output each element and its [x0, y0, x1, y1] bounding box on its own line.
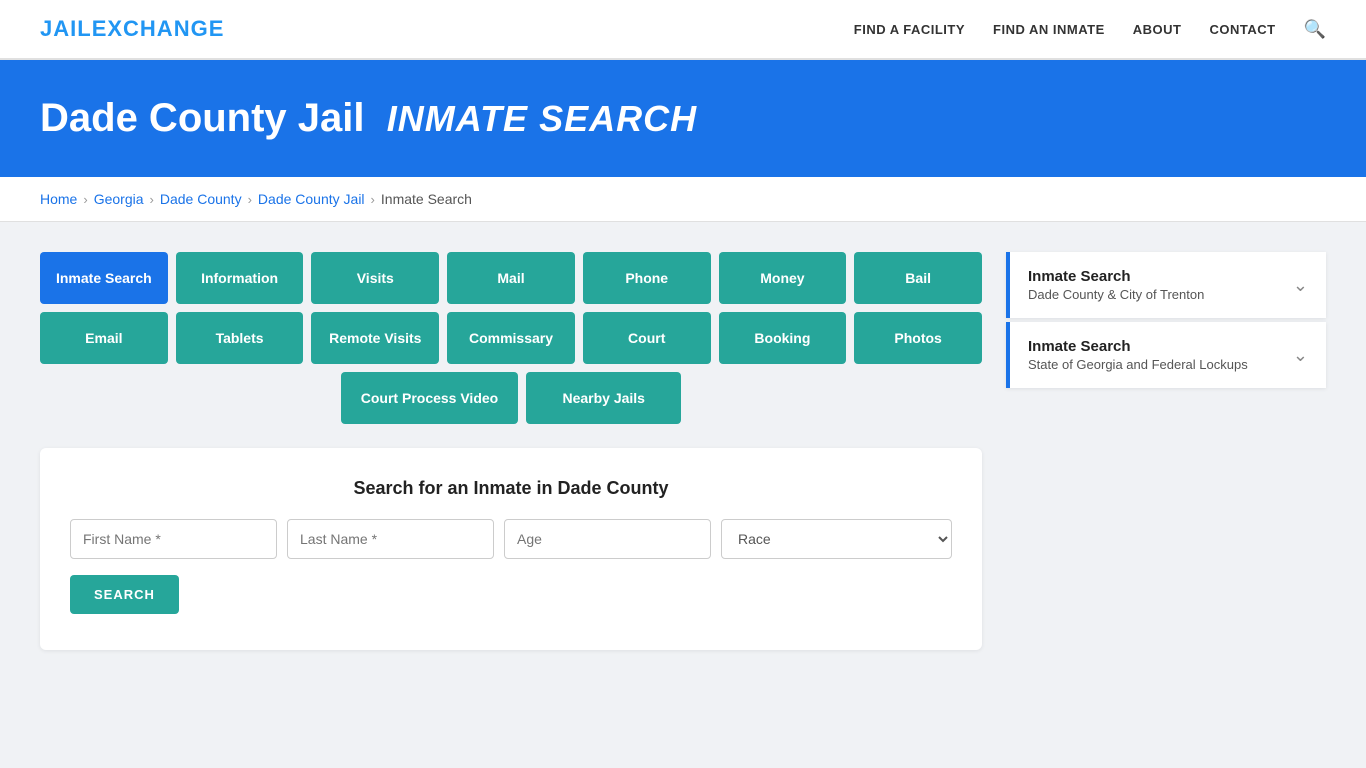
nav-btn-remote-visits[interactable]: Remote Visits	[311, 312, 439, 364]
sidebar-card-1: Inmate Search Dade County & City of Tren…	[1006, 252, 1326, 318]
sidebar-card-2: Inmate Search State of Georgia and Feder…	[1006, 322, 1326, 388]
breadcrumb-sep-3: ›	[248, 192, 252, 207]
breadcrumb-dade-county[interactable]: Dade County	[160, 191, 242, 207]
header: JAILEXCHANGE Find a Facility Find an Inm…	[0, 0, 1366, 60]
logo: JAILEXCHANGE	[40, 16, 224, 42]
breadcrumb-home[interactable]: Home	[40, 191, 77, 207]
breadcrumb-sep-1: ›	[83, 192, 87, 207]
sidebar-card-2-subtitle: State of Georgia and Federal Lockups	[1028, 357, 1248, 372]
search-form-row: Race White Black Hispanic Asian Other	[70, 519, 952, 559]
search-form-box: Search for an Inmate in Dade County Race…	[40, 448, 982, 650]
nav-btn-money[interactable]: Money	[719, 252, 847, 304]
race-select[interactable]: Race White Black Hispanic Asian Other	[721, 519, 952, 559]
right-sidebar: Inmate Search Dade County & City of Tren…	[1006, 252, 1326, 650]
nav-about[interactable]: About	[1133, 22, 1182, 37]
sidebar-card-2-titles: Inmate Search State of Georgia and Feder…	[1028, 338, 1248, 372]
first-name-input[interactable]	[70, 519, 277, 559]
nav-find-facility[interactable]: Find a Facility	[854, 22, 965, 37]
nav-btn-visits[interactable]: Visits	[311, 252, 439, 304]
nav-btn-mail[interactable]: Mail	[447, 252, 575, 304]
sidebar-card-1-subtitle: Dade County & City of Trenton	[1028, 287, 1204, 302]
hero-title-italic: Inmate Search	[387, 98, 697, 139]
sidebar-card-2-title: Inmate Search	[1028, 338, 1248, 355]
last-name-input[interactable]	[287, 519, 494, 559]
sidebar-card-1-header[interactable]: Inmate Search Dade County & City of Tren…	[1006, 252, 1326, 318]
nav-btn-bail[interactable]: Bail	[854, 252, 982, 304]
nav-btn-photos[interactable]: Photos	[854, 312, 982, 364]
nav-btn-court[interactable]: Court	[583, 312, 711, 364]
search-form-title: Search for an Inmate in Dade County	[70, 478, 952, 499]
main-container: Inmate Search Information Visits Mail Ph…	[0, 222, 1366, 680]
breadcrumb-dade-jail[interactable]: Dade County Jail	[258, 191, 365, 207]
nav-btn-inmate-search[interactable]: Inmate Search	[40, 252, 168, 304]
nav-btn-email[interactable]: Email	[40, 312, 168, 364]
sidebar-card-1-titles: Inmate Search Dade County & City of Tren…	[1028, 268, 1204, 302]
sidebar-card-2-header[interactable]: Inmate Search State of Georgia and Feder…	[1006, 322, 1326, 388]
breadcrumb-georgia[interactable]: Georgia	[94, 191, 144, 207]
sidebar-card-1-title: Inmate Search	[1028, 268, 1204, 285]
nav-btn-booking[interactable]: Booking	[719, 312, 847, 364]
nav-btn-information[interactable]: Information	[176, 252, 304, 304]
nav-buttons-row2: Email Tablets Remote Visits Commissary C…	[40, 312, 982, 364]
nav-buttons-row1: Inmate Search Information Visits Mail Ph…	[40, 252, 982, 304]
nav-btn-phone[interactable]: Phone	[583, 252, 711, 304]
logo-exchange: EXCHANGE	[92, 16, 225, 41]
logo-jail: JAIL	[40, 16, 92, 41]
age-input[interactable]	[504, 519, 711, 559]
left-column: Inmate Search Information Visits Mail Ph…	[40, 252, 982, 650]
main-nav: Find a Facility Find an Inmate About Con…	[854, 19, 1326, 40]
hero-section: Dade County Jail Inmate Search	[0, 60, 1366, 177]
nav-contact[interactable]: Contact	[1209, 22, 1275, 37]
breadcrumb-current: Inmate Search	[381, 191, 472, 207]
hero-title-main: Dade County Jail	[40, 96, 365, 140]
nav-btn-tablets[interactable]: Tablets	[176, 312, 304, 364]
search-button[interactable]: SEARCH	[70, 575, 179, 614]
nav-btn-commissary[interactable]: Commissary	[447, 312, 575, 364]
nav-find-inmate[interactable]: Find an Inmate	[993, 22, 1105, 37]
nav-buttons-row3: Court Process Video Nearby Jails	[40, 372, 982, 424]
hero-title: Dade County Jail Inmate Search	[40, 96, 1326, 141]
breadcrumb-sep-2: ›	[150, 192, 154, 207]
nav-btn-nearby-jails[interactable]: Nearby Jails	[526, 372, 681, 424]
chevron-down-icon-1: ⌄	[1293, 275, 1308, 296]
breadcrumb: Home › Georgia › Dade County › Dade Coun…	[0, 177, 1366, 222]
chevron-down-icon-2: ⌄	[1293, 345, 1308, 366]
nav-btn-court-process-video[interactable]: Court Process Video	[341, 372, 518, 424]
breadcrumb-sep-4: ›	[371, 192, 375, 207]
search-icon-button[interactable]: 🔍	[1304, 19, 1326, 40]
